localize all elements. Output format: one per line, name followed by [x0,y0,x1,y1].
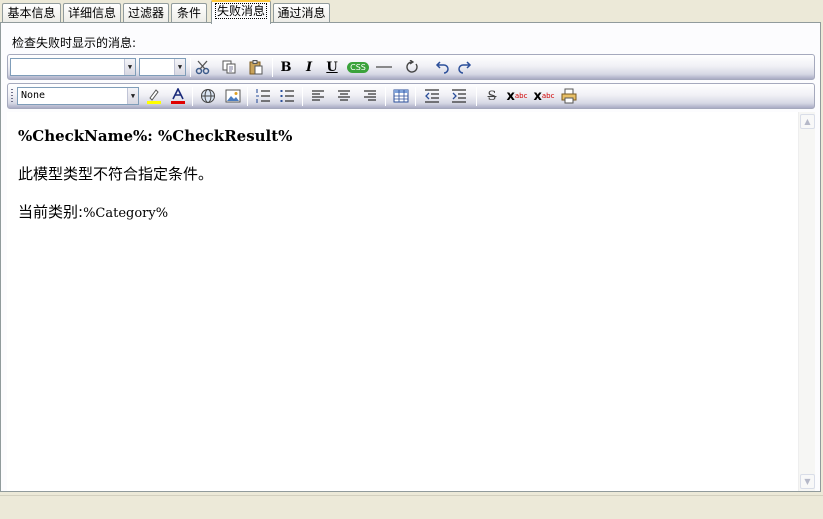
bold-button[interactable]: B [276,58,296,76]
redo-icon[interactable] [455,58,475,76]
refresh-icon[interactable] [402,58,422,76]
chevron-down-icon[interactable]: ▼ [174,59,185,75]
style-value: None [21,90,46,101]
align-center-icon[interactable] [334,87,354,105]
highlight-color-icon[interactable] [144,87,164,105]
tab-pass-message[interactable]: 通过消息 [273,3,330,23]
subscript-label: abc [541,92,555,100]
underline-button[interactable]: U [322,58,342,76]
tab-bar: 基本信息 详细信息 过滤器 条件 失败消息 通过消息 [0,0,823,24]
style-select[interactable]: None ▼ [17,87,139,105]
category-label: 当前类别: [18,203,84,221]
align-right-icon[interactable] [360,87,380,105]
tab-filter[interactable]: 过滤器 [123,3,169,23]
css-badge: CSS [347,61,369,73]
scroll-down-icon[interactable]: ▼ [800,474,815,489]
tab-failure-message-label: 失败消息 [214,3,268,19]
subscript-button[interactable]: x abc [532,87,556,105]
tab-basic-info[interactable]: 基本信息 [2,3,61,23]
print-icon[interactable] [559,87,579,105]
align-left-icon[interactable] [308,87,328,105]
tab-details[interactable]: 详细信息 [63,3,121,23]
unordered-list-icon[interactable] [277,87,297,105]
font-size-select[interactable]: ▼ [139,58,186,76]
category-variable: %Category% [83,206,169,221]
italic-button[interactable]: I [299,58,319,76]
css-button[interactable]: CSS [345,58,371,76]
message-editor[interactable]: %CheckName%: %CheckResult% 此模型类型不符合指定条件。… [7,112,815,491]
font-name-select[interactable]: ▼ [10,58,136,76]
editor-scrollbar[interactable]: ▲ ▼ [798,112,815,491]
paste-icon[interactable] [246,58,266,76]
undo-icon[interactable] [432,58,452,76]
font-color-icon[interactable] [168,87,188,105]
tab-conditions[interactable]: 条件 [171,3,207,23]
strikethrough-button[interactable]: S [482,87,502,105]
subscript-x: x [533,88,542,104]
chevron-down-icon[interactable]: ▼ [124,59,135,75]
toolbar-formatting: ▼ ▼ B I U CSS [7,54,815,80]
status-bar [0,495,823,519]
chevron-down-icon[interactable]: ▼ [127,88,138,104]
link-icon[interactable] [198,87,218,105]
toolbar-paragraph: None ▼ S x abc x abc [7,83,815,109]
message-line-description: 此模型类型不符合指定条件。 [18,165,214,183]
cut-icon[interactable] [193,58,213,76]
toolbar-grip[interactable] [11,89,13,104]
image-icon[interactable] [223,87,243,105]
outdent-icon[interactable] [422,87,442,105]
horizontal-rule-icon[interactable] [374,58,394,76]
table-icon[interactable] [391,87,411,105]
copy-icon[interactable] [219,58,239,76]
indent-icon[interactable] [449,87,469,105]
superscript-button[interactable]: x abc [505,87,529,105]
ordered-list-icon[interactable] [253,87,273,105]
superscript-x: x [506,88,515,104]
scroll-up-icon[interactable]: ▲ [800,114,815,129]
message-line-category: 当前类别:%Category% [18,201,168,222]
failure-message-panel: 检查失败时显示的消息: ▼ ▼ B I U CSS None ▼ S x abc… [0,22,821,492]
prompt-label: 检查失败时显示的消息: [12,36,137,50]
message-line-check: %CheckName%: %CheckResult% [18,127,293,145]
tab-failure-message[interactable]: 失败消息 [211,0,271,24]
superscript-label: abc [514,92,528,100]
